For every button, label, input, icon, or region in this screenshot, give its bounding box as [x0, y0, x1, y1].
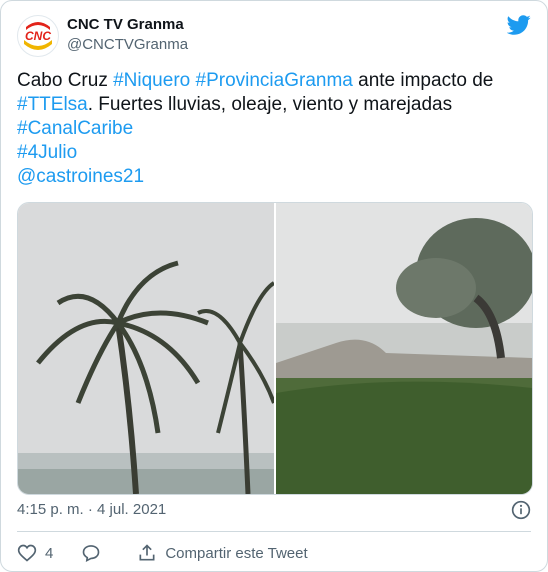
tweet-header: CNC CNC TV Granma @CNCTVGranma [17, 13, 531, 57]
tweet-text: Cabo Cruz #Niquero #ProvinciaGranma ante… [17, 69, 531, 189]
hashtag-niquero[interactable]: #Niquero [113, 70, 190, 91]
share-button[interactable]: Compartir este Tweet [137, 543, 308, 563]
share-upload-icon [139, 544, 155, 561]
tweet-media[interactable] [17, 202, 533, 495]
share-label: Compartir este Tweet [165, 544, 308, 562]
handle[interactable]: @CNCTVGranma [67, 35, 188, 55]
cnc-logo-icon: CNC [19, 17, 57, 55]
divider [17, 531, 531, 532]
reply-button[interactable] [81, 543, 109, 563]
svg-text:CNC: CNC [25, 29, 51, 43]
tweet-card: CNC CNC TV Granma @CNCTVGranma Cabo Cruz… [0, 0, 548, 572]
speech-bubble-icon [83, 545, 100, 562]
hashtag-canal-caribe[interactable]: #CanalCaribe [17, 118, 133, 139]
info-icon[interactable] [511, 500, 531, 520]
tweet-text-tail: ante impacto de [352, 70, 494, 91]
like-button[interactable]: 4 [17, 543, 53, 563]
action-bar: 4 Compartir este Tweet [17, 541, 336, 565]
mention-castroines21[interactable]: @castroines21 [17, 166, 144, 187]
tweet-text-line2: . Fuertes lluvias, oleaje, viento y mare… [87, 94, 453, 115]
tweet-text-plain: Cabo Cruz [17, 70, 114, 91]
photo-coast-tree[interactable] [276, 203, 532, 494]
like-count: 4 [45, 544, 54, 562]
author-names: CNC TV Granma @CNCTVGranma [67, 15, 188, 55]
display-name[interactable]: CNC TV Granma [67, 15, 188, 35]
photo-palm-trees[interactable] [18, 203, 274, 494]
twitter-bird-icon[interactable] [507, 13, 531, 37]
timestamp[interactable]: 4:15 p. m. · 4 jul. 2021 [17, 501, 166, 518]
avatar[interactable]: CNC [17, 15, 59, 57]
hashtag-provincia-granma[interactable]: #ProvinciaGranma [196, 70, 353, 91]
hashtag-ttelsa[interactable]: #TTElsa [17, 94, 88, 115]
heart-icon [17, 544, 37, 562]
hashtag-4julio[interactable]: #4Julio [17, 142, 77, 163]
